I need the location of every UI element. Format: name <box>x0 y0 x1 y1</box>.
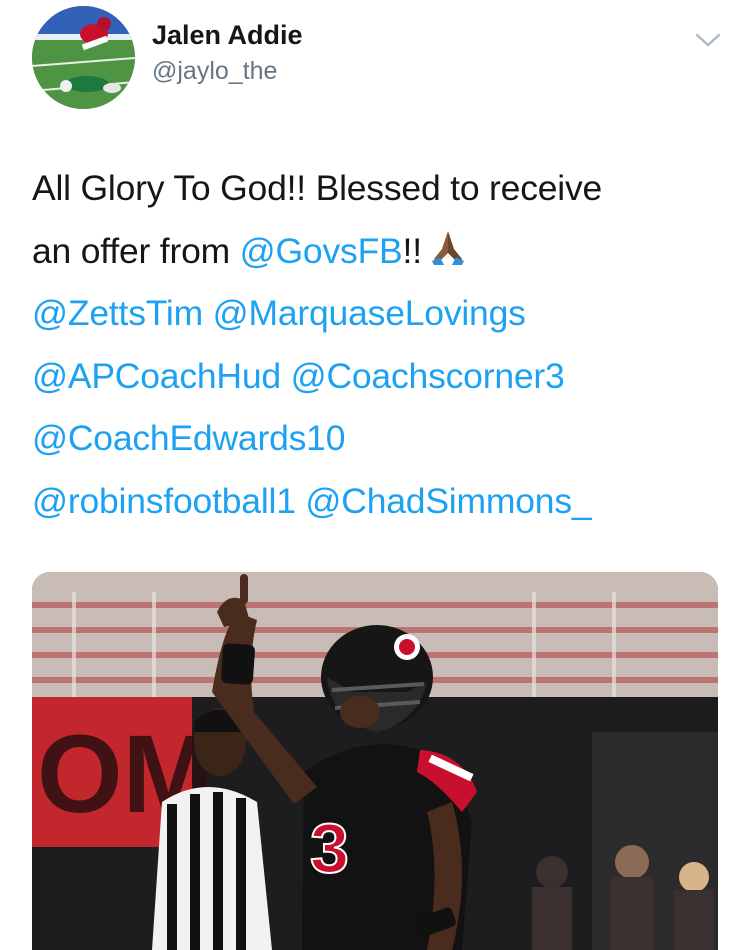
mention-link[interactable]: @GovsFB <box>240 231 403 271</box>
tweet-text-segment <box>203 293 213 333</box>
mention-link[interactable]: @ZettsTim <box>32 293 203 333</box>
tweet-media-image[interactable]: OM 3 <box>32 572 718 950</box>
tweet-header: Jalen Addie @jaylo_the <box>0 0 750 125</box>
mention-link[interactable]: @APCoachHud <box>32 356 281 396</box>
tweet-text-line: @CoachEdwards10 <box>32 407 722 470</box>
mention-link[interactable]: @Coachscorner3 <box>291 356 565 396</box>
jersey-number: 3 <box>310 809 349 887</box>
tweet-text-line: All Glory To God!! Blessed to receive <box>32 157 722 220</box>
tweet-text-line: an offer from @GovsFB!! <box>32 220 722 283</box>
tweet-text-segment <box>296 481 306 521</box>
tweet-text-line: @APCoachHud @Coachscorner3 <box>32 345 722 408</box>
author-avatar[interactable] <box>32 6 135 109</box>
author-handle[interactable]: @jaylo_the <box>152 57 277 86</box>
folded-hands-icon <box>428 224 468 287</box>
mention-link[interactable]: @ChadSimmons_ <box>305 481 591 521</box>
chevron-down-icon[interactable] <box>694 30 722 50</box>
tweet-text-line: @ZettsTim @MarquaseLovings <box>32 282 722 345</box>
mention-link[interactable]: @MarquaseLovings <box>213 293 526 333</box>
author-display-name[interactable]: Jalen Addie <box>152 20 303 51</box>
tweet-text: All Glory To God!! Blessed to receive an … <box>32 157 722 532</box>
mention-link[interactable]: @CoachEdwards10 <box>32 418 345 458</box>
tweet-text-segment: !! <box>402 230 423 271</box>
tweet-text-segment <box>281 356 291 396</box>
tweet-text-segment: an offer from <box>32 230 240 271</box>
tweet-text-line: @robinsfootball1 @ChadSimmons_ <box>32 470 722 533</box>
mention-link[interactable]: @robinsfootball1 <box>32 481 296 521</box>
tweet-text-segment: All Glory To God!! Blessed to receive <box>32 168 603 208</box>
